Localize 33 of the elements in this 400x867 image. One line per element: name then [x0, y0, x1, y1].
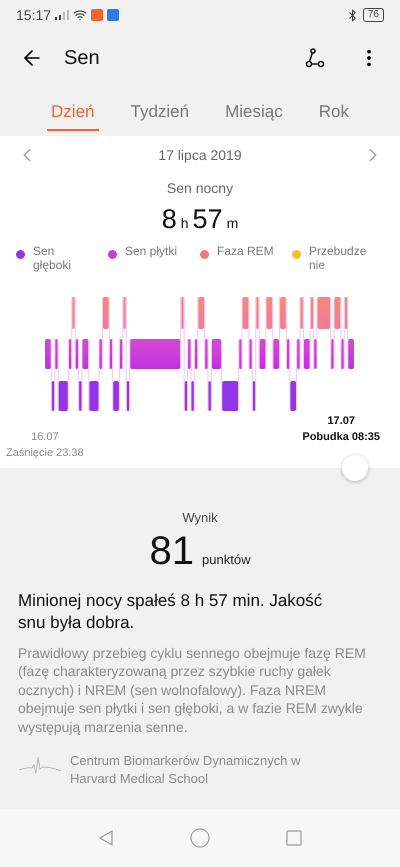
back-nav-icon[interactable]: [97, 829, 116, 847]
wake-time: Pobudka 08:35: [302, 430, 380, 445]
sleep-type-label: Sen nocny: [166, 179, 234, 198]
page-title: Sen: [64, 46, 100, 71]
legend-label: Sen głęboki: [33, 244, 72, 272]
score-value: 81: [150, 528, 194, 574]
date-label: 17 lipca 2019: [158, 146, 242, 165]
app-notification-icon: [91, 9, 104, 21]
score-unit: punktów: [202, 550, 250, 569]
battery-indicator: 76: [362, 8, 384, 22]
period-tab[interactable]: Rok: [314, 91, 353, 131]
status-time: 15:17: [16, 6, 52, 24]
chart-slider-handle[interactable]: [342, 455, 368, 481]
legend-label: Przebudze nie: [309, 244, 367, 272]
wifi-icon: [73, 8, 88, 22]
period-tab[interactable]: Dzień: [47, 91, 98, 131]
signal-icon: [55, 10, 70, 20]
sleep-description: Prawidłowy przebieg cyklu sennego obejmuje fazę REM (fazę charakteryzowaną przez szybkie ruchy gałek ocznych) i NREM (sen wolnofalowy). Faza NREM obejmuje sen płytki i sen głęboki, a w fazie REM zwykle występują marzenia senne.: [18, 644, 367, 736]
legend-label: Faza REM: [217, 244, 275, 258]
period-tab[interactable]: Tydzień: [126, 91, 194, 131]
period-tab[interactable]: Miesiąc: [221, 91, 287, 131]
sleep-start-date: 16.07: [31, 430, 59, 444]
legend-label: Sen płytki: [125, 244, 178, 258]
sleep-summary-text: Minionej nocy spałeś 8 h 57 min. Jakość snu była dobra.: [18, 590, 324, 634]
recents-nav-icon[interactable]: [284, 829, 303, 847]
sleep-start-time: Zaśnięcie 23:38: [6, 446, 84, 461]
score-label: Wynik: [182, 509, 218, 527]
source-text: Centrum Biomarkerów Dynamicznych w Harvard Medical School: [70, 752, 302, 788]
app-notification-icon: [107, 9, 120, 21]
sleep-duration: 8 h 57 m: [162, 203, 238, 236]
share-icon[interactable]: [304, 47, 326, 69]
wake-date: 17.07: [327, 414, 355, 428]
home-nav-icon[interactable]: [190, 828, 210, 848]
